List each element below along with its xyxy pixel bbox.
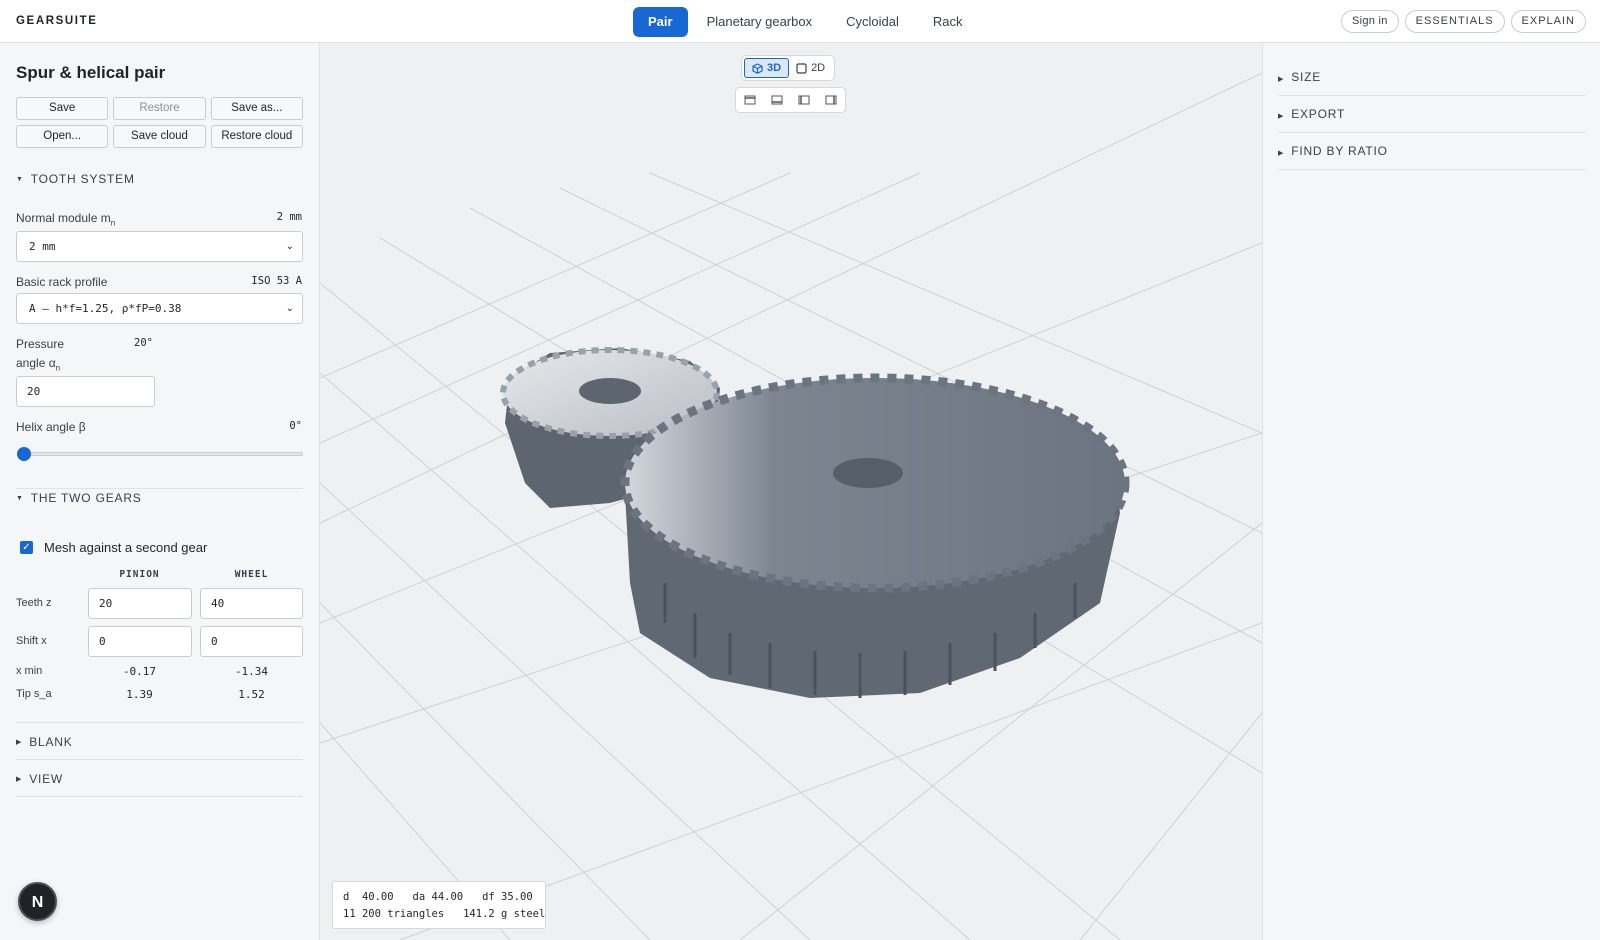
divider [16, 488, 303, 489]
gear-scene[interactable] [320, 43, 1262, 940]
page-title: Spur & helical pair [16, 63, 166, 82]
open-button[interactable]: Open... [16, 125, 109, 148]
pressure-angle-label-line1: Pressure [16, 337, 65, 351]
xmin-label: x min [16, 665, 43, 677]
caret-right-icon: ▶ [16, 739, 23, 746]
left-sidebar: Spur & helical pair Save Restore Save as… [0, 43, 320, 940]
view-left-icon [798, 95, 810, 105]
tab-planetary-gearbox[interactable]: Planetary gearbox [692, 7, 828, 37]
top-bar: GEARSUITE Pair Planetary gearbox Cycloid… [0, 0, 1600, 43]
section-export[interactable]: ▶ EXPORT [1278, 96, 1586, 133]
mode-3d-button[interactable]: 3D [744, 58, 790, 78]
explain-button[interactable]: EXPLAIN [1510, 10, 1586, 33]
helix-angle-slider[interactable] [22, 452, 303, 456]
sign-in-button[interactable]: Sign in [1340, 10, 1399, 33]
chevron-down-icon: ⌄ [285, 303, 294, 314]
view-top-button[interactable] [740, 91, 760, 109]
mesh-checkbox[interactable]: ✓ [20, 541, 33, 554]
restore-cloud-button[interactable]: Restore cloud [210, 125, 303, 148]
wheel-gear[interactable] [620, 373, 1130, 698]
tip-thickness-label: Tip s_a [16, 688, 52, 700]
cube-icon [752, 62, 763, 74]
file-actions: Save Restore Save as... Open... Save clo… [16, 97, 303, 148]
view-mode-toggle: 3D 2D [741, 55, 836, 81]
section-find-by-ratio[interactable]: ▶ FIND BY RATIO [1278, 133, 1586, 170]
section-size[interactable]: ▶ SIZE [1278, 59, 1586, 96]
view-front-button[interactable] [767, 91, 787, 109]
helix-angle-value: 0° [289, 420, 302, 432]
tab-pair[interactable]: Pair [633, 7, 688, 37]
avatar[interactable]: N [18, 882, 57, 921]
caret-down-icon: ▼ [16, 494, 24, 502]
module-label: Normal module mn [16, 211, 116, 228]
rack-profile-value: ISO 53 A [251, 275, 302, 287]
caret-right-icon: ▶ [1278, 113, 1285, 120]
caret-down-icon: ▼ [16, 175, 24, 183]
readout-diameters: d 40.00 da 44.00 df 35.00 [343, 891, 533, 903]
mode-2d-button[interactable]: 2D [789, 58, 832, 78]
view-top-icon [744, 95, 756, 105]
pressure-angle-label-line2: angle αn [16, 356, 61, 373]
save-as-button[interactable]: Save as... [210, 97, 303, 120]
wheel-tip-value: 1.52 [238, 688, 265, 701]
view-right-icon [825, 95, 837, 105]
geometry-readout: d 40.00 da 44.00 df 35.00 11 200 triangl… [332, 881, 546, 929]
helix-angle-label: Helix angle β [16, 420, 86, 434]
shift-label: Shift x [16, 635, 47, 647]
section-blank[interactable]: ▶ BLANK [16, 735, 73, 749]
section-label: VIEW [29, 772, 64, 786]
pressure-angle-input[interactable]: 20 [16, 376, 155, 407]
save-button[interactable]: Save [16, 97, 109, 120]
wheel-xmin-value: -1.34 [234, 665, 269, 678]
view-front-icon [771, 95, 783, 105]
section-view[interactable]: ▶ VIEW [16, 772, 63, 786]
mesh-checkbox-label: Mesh against a second gear [44, 540, 208, 555]
essentials-button[interactable]: ESSENTIALS [1404, 10, 1505, 33]
brand-logo[interactable]: GEARSUITE [16, 15, 98, 27]
rack-profile-label: Basic rack profile [16, 275, 108, 289]
section-label: TOOTH SYSTEM [30, 172, 135, 186]
section-two-gears[interactable]: ▼ THE TWO GEARS [16, 491, 142, 505]
tab-rack[interactable]: Rack [918, 7, 978, 37]
section-label: THE TWO GEARS [30, 491, 142, 505]
helix-angle-slider-thumb[interactable] [17, 447, 31, 461]
view-right-button[interactable] [821, 91, 841, 109]
divider [16, 796, 303, 797]
module-value: 2 mm [276, 211, 302, 223]
caret-right-icon: ▶ [16, 776, 23, 783]
tab-cycloidal[interactable]: Cycloidal [831, 7, 914, 37]
right-panel: ▶ SIZE ▶ EXPORT ▶ FIND BY RATIO [1262, 43, 1600, 940]
readout-mesh-stats: 11 200 triangles 141.2 g steel [343, 908, 546, 920]
wheel-shift-input[interactable]: 0 [200, 626, 303, 657]
pinion-teeth-input[interactable]: 20 [88, 588, 192, 619]
section-tooth-system[interactable]: ▼ TOOTH SYSTEM [16, 172, 135, 186]
caret-right-icon: ▶ [1278, 76, 1285, 83]
mode-tabs: Pair Planetary gearbox Cycloidal Rack [633, 7, 981, 37]
square-icon [796, 62, 807, 74]
teeth-label: Teeth z [16, 597, 52, 609]
module-select[interactable]: 2 mm ⌄ [16, 231, 303, 262]
rack-profile-select[interactable]: A — h*f=1.25, ρ*fP=0.38 ⌄ [16, 293, 303, 324]
column-header-wheel: WHEEL [234, 569, 269, 580]
pinion-xmin-value: -0.17 [122, 665, 157, 678]
wheel-teeth-input[interactable]: 40 [200, 588, 303, 619]
3d-viewport[interactable]: 3D 2D d 40.00 da 44.00 df 35.00 11 200 t… [320, 43, 1262, 940]
restore-button[interactable]: Restore [113, 97, 206, 120]
section-label: BLANK [29, 735, 73, 749]
chevron-down-icon: ⌄ [285, 241, 294, 252]
save-cloud-button[interactable]: Save cloud [113, 125, 206, 148]
pinion-tip-value: 1.39 [126, 688, 153, 701]
pinion-shift-input[interactable]: 0 [88, 626, 192, 657]
column-header-pinion: PINION [119, 569, 160, 580]
top-right-actions: Sign in ESSENTIALS EXPLAIN [1340, 10, 1586, 33]
pressure-angle-value: 20° [134, 337, 153, 349]
camera-view-buttons [735, 87, 846, 113]
divider [16, 722, 303, 723]
divider [16, 759, 303, 760]
view-left-button[interactable] [794, 91, 814, 109]
caret-right-icon: ▶ [1278, 150, 1285, 157]
